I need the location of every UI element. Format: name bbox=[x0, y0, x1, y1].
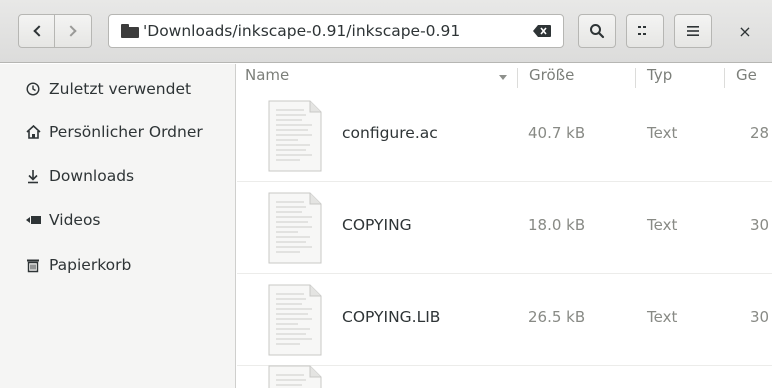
sidebar: Zuletzt verwendet Persönlicher Ordner Do… bbox=[0, 64, 236, 388]
sidebar-item-label: Downloads bbox=[49, 167, 135, 185]
sort-descending-icon bbox=[499, 75, 507, 80]
location-path[interactable]: 'Downloads/inkscape-0.91/inkscape-0.91 bbox=[143, 22, 460, 40]
header-bar: 'Downloads/inkscape-0.91/inkscape-0.91 × bbox=[0, 0, 772, 63]
location-entry[interactable]: 'Downloads/inkscape-0.91/inkscape-0.91 bbox=[108, 14, 564, 48]
folder-icon bbox=[121, 24, 139, 38]
file-name: COPYING.LIB bbox=[342, 308, 441, 326]
menu-button[interactable] bbox=[674, 14, 712, 48]
column-separator bbox=[635, 68, 636, 88]
download-icon bbox=[25, 168, 41, 184]
file-name: configure.ac bbox=[342, 124, 438, 142]
chevron-right-icon bbox=[65, 25, 77, 37]
column-name[interactable]: Name bbox=[245, 66, 289, 84]
file-modified: 28 bbox=[750, 124, 770, 142]
hamburger-menu-icon bbox=[687, 26, 699, 36]
column-modified[interactable]: Ge bbox=[736, 66, 757, 84]
sidebar-item-label: Persönlicher Ordner bbox=[49, 123, 203, 141]
file-type: Text bbox=[647, 308, 678, 326]
view-toggle-button[interactable] bbox=[626, 14, 664, 48]
file-type: Text bbox=[647, 216, 678, 234]
column-size[interactable]: Größe bbox=[529, 66, 574, 84]
file-list: Name Größe Typ Ge configure.ac 40.7 kB T… bbox=[237, 64, 772, 388]
text-file-icon bbox=[268, 192, 322, 264]
home-icon bbox=[25, 124, 41, 140]
back-button[interactable] bbox=[18, 14, 55, 48]
file-row-partial[interactable] bbox=[237, 356, 772, 388]
close-button[interactable]: × bbox=[728, 14, 762, 48]
chevron-left-icon bbox=[32, 25, 45, 37]
column-separator bbox=[724, 68, 725, 88]
close-icon: × bbox=[738, 21, 752, 41]
sidebar-item-label: Papierkorb bbox=[49, 256, 132, 274]
file-size: 18.0 kB bbox=[528, 216, 586, 234]
column-header: Name Größe Typ Ge bbox=[237, 64, 772, 90]
sidebar-item-label: Zuletzt verwendet bbox=[49, 80, 192, 98]
search-button[interactable] bbox=[578, 14, 616, 48]
file-size: 26.5 kB bbox=[528, 308, 586, 326]
file-type: Text bbox=[647, 124, 678, 142]
file-row[interactable]: configure.ac 40.7 kB Text 28 bbox=[237, 91, 772, 182]
column-separator bbox=[517, 68, 518, 88]
trash-icon bbox=[25, 257, 41, 273]
forward-button[interactable] bbox=[55, 14, 92, 48]
sidebar-item-trash[interactable]: Papierkorb bbox=[0, 248, 235, 282]
view-toggle-icon bbox=[638, 26, 646, 35]
sidebar-item-home[interactable]: Persönlicher Ordner bbox=[0, 115, 235, 149]
column-type[interactable]: Typ bbox=[647, 66, 672, 84]
clock-icon bbox=[25, 81, 41, 97]
file-modified: 30 bbox=[750, 308, 770, 326]
file-row[interactable]: COPYING.LIB 26.5 kB Text 30 bbox=[237, 275, 772, 366]
text-file-icon bbox=[268, 100, 322, 172]
clear-text-icon[interactable] bbox=[533, 25, 551, 37]
video-icon bbox=[25, 212, 41, 228]
file-name: COPYING bbox=[342, 216, 412, 234]
file-size: 40.7 kB bbox=[528, 124, 586, 142]
text-file-icon bbox=[268, 365, 322, 388]
file-row[interactable]: COPYING 18.0 kB Text 30 bbox=[237, 183, 772, 274]
sidebar-item-label: Videos bbox=[49, 211, 101, 229]
search-icon bbox=[590, 24, 605, 39]
sidebar-item-recent[interactable]: Zuletzt verwendet bbox=[0, 72, 235, 106]
sidebar-item-videos[interactable]: Videos bbox=[0, 203, 235, 237]
sidebar-item-downloads[interactable]: Downloads bbox=[0, 159, 235, 193]
file-modified: 30 bbox=[750, 216, 770, 234]
text-file-icon bbox=[268, 284, 322, 356]
navigation-buttons bbox=[18, 14, 92, 48]
